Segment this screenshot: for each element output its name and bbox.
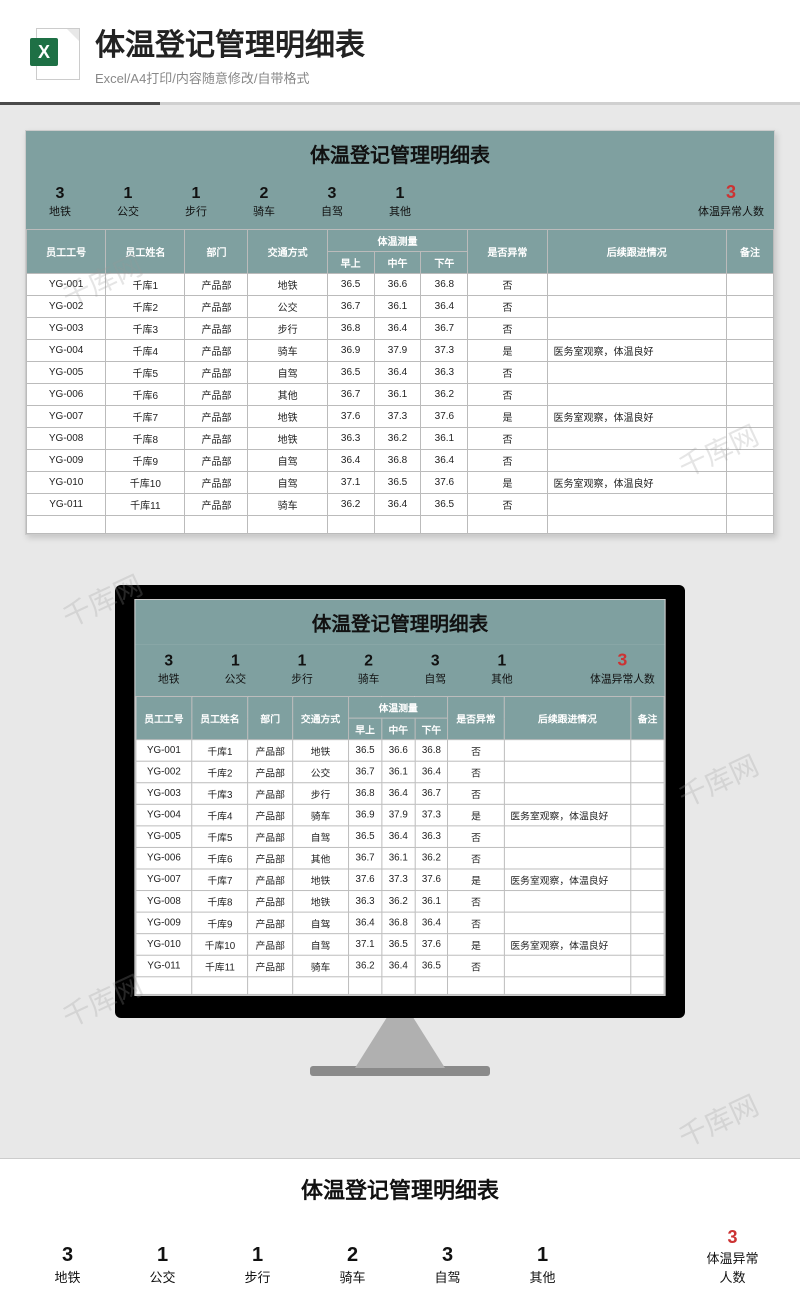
summary-stat: 1公交: [104, 185, 152, 219]
table-row: [27, 516, 774, 534]
table-row: YG-009千库9产品部自驾36.436.836.4否: [27, 450, 774, 472]
summary-stat: 3自驾: [412, 653, 459, 686]
col-temp-group: 体温测量: [349, 697, 448, 719]
sheet-title: 体温登记管理明细表: [26, 131, 774, 176]
table-row: YG-007千库7产品部地铁37.637.337.6是医务室观察，体温良好: [136, 869, 664, 891]
summary-stat: 3自驾: [308, 185, 356, 219]
summary-stat: 1其他: [515, 1244, 570, 1286]
abnormal-count: 3体温异常人数: [698, 182, 764, 219]
table-row: YG-006千库6产品部其他36.736.136.2否: [136, 847, 664, 869]
col-name: 员工姓名: [106, 230, 185, 274]
table-row: YG-011千库11产品部骑车36.236.436.5否: [27, 494, 774, 516]
table-row: YG-006千库6产品部其他36.736.136.2否: [27, 384, 774, 406]
sheet-title: 体温登记管理明细表: [0, 1159, 800, 1219]
table-row: YG-005千库5产品部自驾36.536.436.3否: [27, 362, 774, 384]
table-row: [136, 977, 664, 995]
table-row: YG-008千库8产品部地铁36.336.236.1否: [27, 428, 774, 450]
table-row: YG-003千库3产品部步行36.836.436.7否: [27, 318, 774, 340]
monitor-mockup: 体温登记管理明细表 3地铁 1公交 1步行 2骑车 3自驾 1其他 3体温异常人数 员工工号…: [0, 585, 800, 1076]
summary-stat: 3地铁: [40, 1244, 95, 1286]
col-abnormal: 是否异常: [448, 697, 504, 740]
col-remark: 备注: [631, 697, 664, 740]
col-dept: 部门: [185, 230, 248, 274]
table-row: YG-001千库1产品部地铁36.536.636.8否: [136, 740, 664, 762]
col-transport: 交通方式: [293, 697, 349, 740]
abnormal-count: 3体温异常人数: [590, 650, 655, 686]
summary-stat: 1其他: [478, 653, 525, 686]
col-remark: 备注: [727, 230, 774, 274]
col-followup: 后续跟进情况: [547, 230, 726, 274]
col-dept: 部门: [248, 697, 293, 740]
col-id: 员工工号: [136, 697, 192, 740]
col-id: 员工工号: [27, 230, 106, 274]
summary-stat: 1步行: [278, 653, 325, 686]
table-row: YG-008千库8产品部地铁36.336.236.1否: [136, 891, 664, 913]
summary-stat: 2骑车: [240, 185, 288, 219]
col-morning: 早上: [349, 718, 382, 740]
table-row: YG-004千库4产品部骑车36.937.937.3是医务室观察，体温良好: [27, 340, 774, 362]
spreadsheet-preview: 体温登记管理明细表 3地铁 1公交 1步行 2骑车 3自驾 1其他 3体温异常人数 员工工号…: [25, 130, 775, 535]
table-row: YG-002千库2产品部公交36.736.136.4否: [136, 761, 664, 783]
data-table: 员工工号 员工姓名 部门 交通方式 体温测量 是否异常 后续跟进情况 备注 早上…: [135, 696, 664, 995]
col-noon: 中午: [374, 252, 421, 274]
summary-stat: 1公交: [212, 653, 259, 686]
summary-stat: 2骑车: [345, 653, 392, 686]
table-row: YG-002千库2产品部公交36.736.136.4否: [27, 296, 774, 318]
col-abnormal: 是否异常: [468, 230, 547, 274]
col-transport: 交通方式: [248, 230, 327, 274]
col-followup: 后续跟进情况: [504, 697, 631, 740]
abnormal-count: 3体温异常人数: [705, 1227, 760, 1286]
header-divider: [0, 102, 800, 105]
summary-stat: 1步行: [172, 185, 220, 219]
col-morning: 早上: [327, 252, 374, 274]
footer-preview: 体温登记管理明细表 3地铁 1公交 1步行 2骑车 3自驾 1其他 3体温异常人数: [0, 1158, 800, 1300]
summary-stat: 1步行: [230, 1244, 285, 1286]
table-row: YG-005千库5产品部自驾36.536.436.3否: [136, 826, 664, 848]
table-row: YG-010千库10产品部自驾37.136.537.6是医务室观察，体温良好: [136, 934, 664, 956]
excel-icon: X: [30, 26, 80, 81]
table-row: YG-007千库7产品部地铁37.637.337.6是医务室观察，体温良好: [27, 406, 774, 428]
col-afternoon: 下午: [421, 252, 468, 274]
page-title: 体温登记管理明细表: [95, 20, 770, 64]
summary-stat: 2骑车: [325, 1244, 380, 1286]
summary-stat: 1其他: [376, 185, 424, 219]
page-subtitle: Excel/A4打印/内容随意修改/自带格式: [95, 68, 770, 87]
col-temp-group: 体温测量: [327, 230, 468, 252]
summary-stat: 3地铁: [145, 653, 192, 686]
sheet-title: 体温登记管理明细表: [135, 600, 664, 644]
summary-stat: 3地铁: [36, 185, 84, 219]
watermark: 千库网: [671, 1084, 764, 1156]
col-noon: 中午: [382, 718, 415, 740]
table-row: YG-001千库1产品部地铁36.536.636.8否: [27, 274, 774, 296]
page-header: X 体温登记管理明细表 Excel/A4打印/内容随意修改/自带格式: [0, 0, 800, 102]
data-table: 员工工号 员工姓名 部门 交通方式 体温测量 是否异常 后续跟进情况 备注 早上…: [26, 229, 774, 534]
table-row: YG-010千库10产品部自驾37.136.537.6是医务室观察，体温良好: [27, 472, 774, 494]
col-afternoon: 下午: [415, 718, 448, 740]
summary-stat: 3自驾: [420, 1244, 475, 1286]
summary-stat: 1公交: [135, 1244, 190, 1286]
table-row: YG-003千库3产品部步行36.836.436.7否: [136, 783, 664, 805]
col-name: 员工姓名: [192, 697, 248, 740]
table-row: YG-011千库11产品部骑车36.236.436.5否: [136, 955, 664, 977]
table-row: YG-004千库4产品部骑车36.937.937.3是医务室观察，体温良好: [136, 804, 664, 826]
table-row: YG-009千库9产品部自驾36.436.836.4否: [136, 912, 664, 934]
